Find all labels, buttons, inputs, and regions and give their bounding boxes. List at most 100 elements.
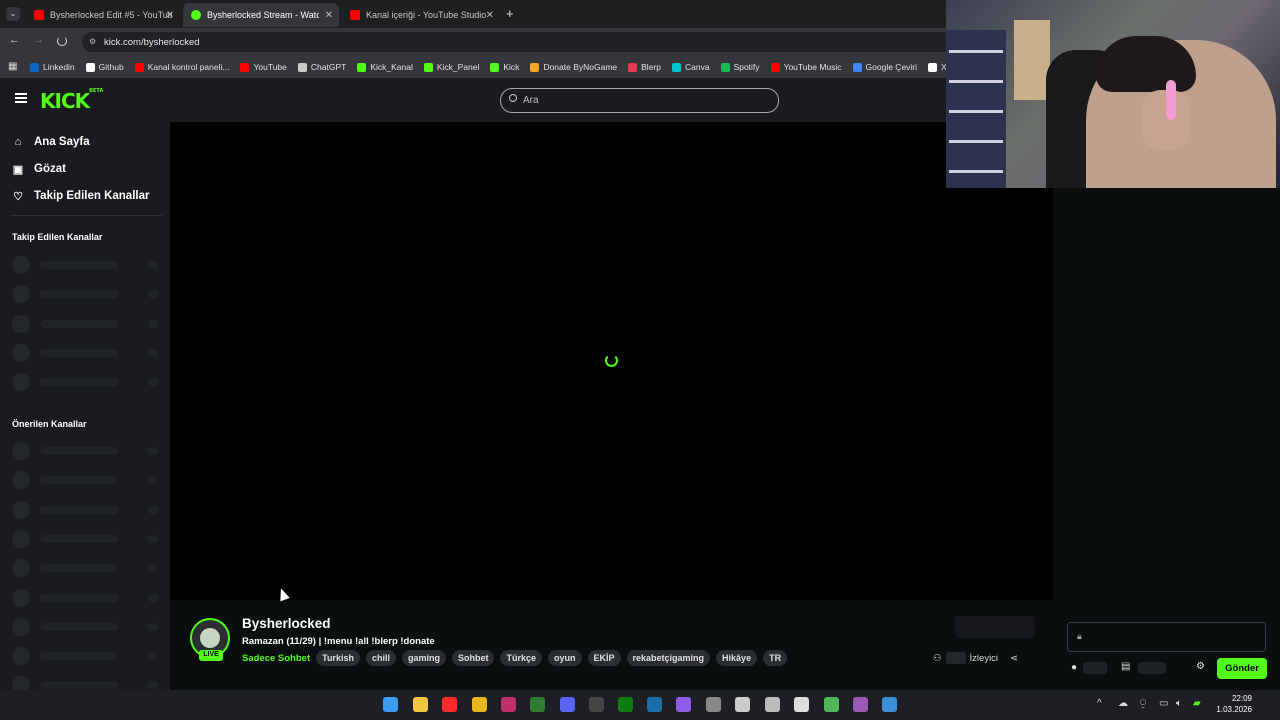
- tray-cloud-icon[interactable]: ☁: [1118, 698, 1128, 709]
- back-icon[interactable]: ←: [9, 34, 20, 46]
- skeleton-bar: [40, 319, 118, 328]
- tag-chip[interactable]: Sohbet: [451, 650, 495, 666]
- tag-chip[interactable]: Hikâye: [716, 650, 758, 666]
- skeleton-bar: [40, 505, 118, 514]
- channel-skeleton: [12, 588, 162, 607]
- tag-chip[interactable]: EKİP: [587, 650, 621, 666]
- url-field[interactable]: ⚙ kick.com/bysherlocked: [82, 32, 952, 52]
- chrome-profile2-icon[interactable]: [853, 697, 868, 712]
- channel-skeleton: [12, 373, 162, 392]
- tag-chip[interactable]: Turkish: [316, 650, 360, 666]
- bookmark-item[interactable]: Github: [85, 62, 124, 72]
- skeleton-avatar: [12, 529, 30, 548]
- follow-button-placeholder[interactable]: [955, 616, 1035, 638]
- chat-input[interactable]: 🔒︎: [1067, 622, 1266, 652]
- site-info-icon[interactable]: ⚙: [89, 37, 96, 46]
- clock-date: 1.03.2026: [1216, 705, 1252, 714]
- tab-youtube-edit[interactable]: Bysherlocked Edit #5 - YouTube ✕: [26, 3, 180, 27]
- bookmark-item[interactable]: Kick: [490, 62, 519, 72]
- bookmark-item[interactable]: X: [928, 62, 947, 72]
- send-button[interactable]: Gönder: [1217, 658, 1267, 679]
- tag-chip[interactable]: TR: [763, 650, 788, 666]
- tag-chip[interactable]: rekabetçigaming: [626, 650, 711, 666]
- video-player[interactable]: [170, 122, 1053, 602]
- chrome-profile-icon[interactable]: [824, 697, 839, 712]
- bookmark-item[interactable]: YouTube Music: [770, 62, 842, 72]
- sidebar-item-home[interactable]: ⌂ Ana Sayfa: [12, 133, 90, 151]
- close-icon[interactable]: ✕: [325, 10, 333, 21]
- logo-text: KICK: [40, 89, 90, 113]
- bookmark-item[interactable]: Spotify: [720, 62, 760, 72]
- obs-icon[interactable]: [765, 697, 780, 712]
- bookmark-label: Donate ByNoGame: [543, 62, 618, 72]
- bookmark-item[interactable]: Canva: [671, 62, 710, 72]
- file-explorer-icon[interactable]: [413, 697, 428, 712]
- close-icon[interactable]: ✕: [166, 10, 174, 21]
- xbox-icon[interactable]: [530, 697, 545, 712]
- emote-icon[interactable]: ●: [1071, 662, 1077, 673]
- bookmark-item[interactable]: ChatGPT: [297, 62, 346, 72]
- skeleton-dot: [148, 476, 158, 485]
- bookmark-item[interactable]: Donate ByNoGame: [530, 62, 617, 72]
- monitor-icon[interactable]: ▭: [1159, 698, 1168, 709]
- app-icon[interactable]: [501, 697, 516, 712]
- chrome-icon[interactable]: [472, 697, 487, 712]
- settings-gear-icon[interactable]: ⚙: [1196, 661, 1205, 672]
- start-icon[interactable]: [383, 697, 398, 712]
- bookmark-icon: [85, 62, 95, 72]
- github-desktop-icon[interactable]: [676, 697, 691, 712]
- epic-games-icon[interactable]: [589, 697, 604, 712]
- skeleton-avatar: [12, 285, 30, 304]
- channel-name[interactable]: Bysherlocked: [242, 616, 331, 631]
- bookmark-item[interactable]: Kick_Panel: [423, 62, 479, 72]
- app-k-icon[interactable]: [735, 697, 750, 712]
- tag-chip[interactable]: Türkçe: [500, 650, 542, 666]
- tray-chevron-icon[interactable]: ^: [1097, 698, 1102, 709]
- battery-icon[interactable]: ▰: [1193, 698, 1201, 709]
- store-icon[interactable]: ▤: [1121, 661, 1130, 672]
- close-icon[interactable]: ✕: [486, 10, 494, 21]
- bookmark-item[interactable]: Linkedin: [30, 62, 75, 72]
- volume-icon[interactable]: 🔈︎: [1176, 698, 1182, 709]
- share-icon[interactable]: ⋖: [1010, 653, 1018, 664]
- app-cube-icon[interactable]: [706, 697, 721, 712]
- category-link[interactable]: Sadece Sohbet: [242, 653, 310, 664]
- discord-icon[interactable]: [560, 697, 575, 712]
- sidebar-item-following[interactable]: ♡ Takip Edilen Kanallar: [12, 187, 149, 205]
- apps-icon[interactable]: ▦: [8, 61, 17, 72]
- youtube-music-icon[interactable]: [442, 697, 457, 712]
- unreal-icon[interactable]: [794, 697, 809, 712]
- bookmark-item[interactable]: Kanal kontrol paneli...: [134, 62, 229, 72]
- webcam-poster: [1014, 20, 1050, 100]
- bookmark-item[interactable]: Blerp: [628, 62, 661, 72]
- bookmark-item[interactable]: YouTube: [240, 62, 287, 72]
- steam-icon[interactable]: [647, 697, 662, 712]
- skeleton-avatar: [12, 343, 30, 362]
- loading-icon[interactable]: [57, 36, 67, 46]
- skeleton-dot: [148, 652, 158, 661]
- bookmark-item[interactable]: Google Çeviri: [852, 62, 917, 72]
- tab-search-button[interactable]: ⌄: [6, 7, 20, 21]
- tab-youtube-studio[interactable]: Kanal içeriği - YouTube Studio ✕: [342, 3, 500, 27]
- microphone-icon[interactable]: ⍜: [1140, 698, 1146, 709]
- tag-chip[interactable]: gaming: [401, 650, 446, 666]
- channel-skeleton: [12, 442, 162, 460]
- new-tab-button[interactable]: +: [506, 6, 514, 21]
- skeleton-bar: [40, 447, 118, 455]
- bookmark-icon: [720, 62, 730, 72]
- network-app-icon[interactable]: [882, 697, 897, 712]
- sidebar-item-browse[interactable]: ▣ Gözat: [12, 160, 66, 178]
- tab-kick-stream[interactable]: Bysherlocked Stream - Watch L ✕: [183, 3, 339, 27]
- xbox-app-icon[interactable]: [618, 697, 633, 712]
- bookmark-icon: [297, 62, 307, 72]
- skeleton-dot: [148, 319, 158, 328]
- heart-icon: ♡: [13, 190, 23, 203]
- search-input[interactable]: Ara: [500, 88, 779, 113]
- tag-chip[interactable]: chill: [365, 650, 396, 666]
- system-clock[interactable]: 22:09 1.03.2026: [1214, 693, 1252, 715]
- kick-logo[interactable]: KICKBETA: [40, 88, 103, 113]
- tag-chip[interactable]: oyun: [548, 650, 582, 666]
- menu-icon[interactable]: [15, 93, 27, 103]
- bookmark-item[interactable]: Kick_Kanal: [357, 62, 413, 72]
- forward-icon[interactable]: →: [33, 34, 44, 46]
